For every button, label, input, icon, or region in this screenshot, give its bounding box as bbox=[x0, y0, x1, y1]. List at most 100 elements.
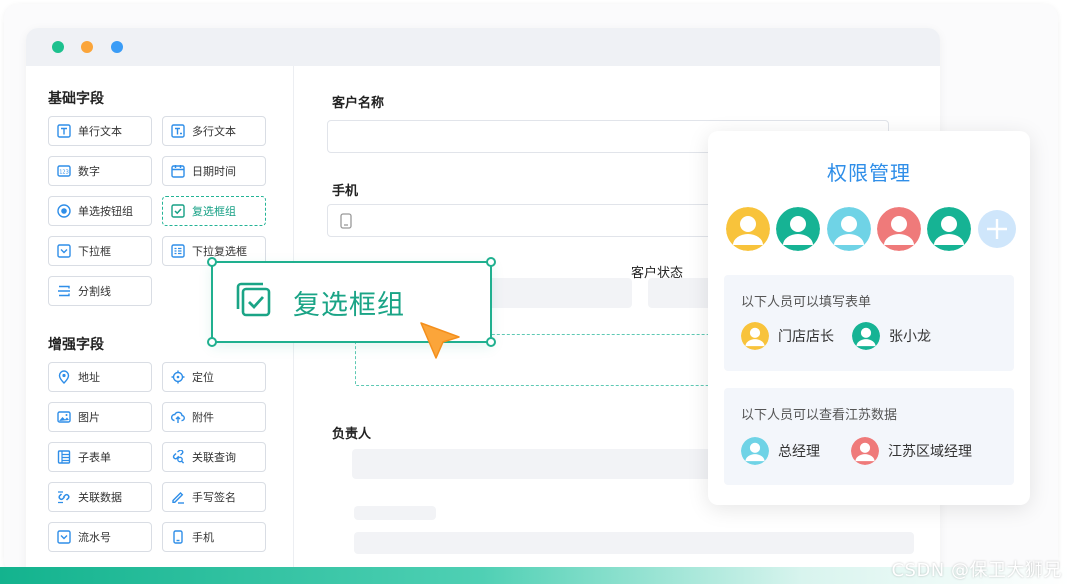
field-label: 日期时间 bbox=[192, 165, 236, 178]
field-number[interactable]: 123 数字 bbox=[48, 156, 152, 186]
avatar[interactable] bbox=[877, 207, 921, 251]
field-signature[interactable]: 手写签名 bbox=[162, 482, 266, 512]
field-label: 下拉复选框 bbox=[192, 245, 247, 258]
fill-group-heading: 以下人员可以填写表单 bbox=[741, 295, 872, 310]
svg-text:123: 123 bbox=[59, 169, 69, 175]
field-location[interactable]: 定位 bbox=[162, 362, 266, 392]
dragged-label: 复选框组 bbox=[293, 289, 405, 321]
resize-handle-bl[interactable] bbox=[207, 337, 217, 347]
enhanced-fields-title: 增强字段 bbox=[48, 337, 104, 353]
avatar bbox=[851, 437, 879, 465]
field-label: 下拉框 bbox=[78, 245, 111, 258]
field-label: 单选按钮组 bbox=[78, 205, 133, 218]
resize-handle-tr[interactable] bbox=[486, 257, 496, 267]
field-label: 手写签名 bbox=[192, 491, 236, 504]
link-data-icon bbox=[57, 490, 71, 504]
single-line-text-icon bbox=[57, 124, 71, 138]
checkbox-icon bbox=[235, 281, 273, 323]
image-icon bbox=[57, 410, 71, 424]
owner-label: 负责人 bbox=[332, 427, 372, 442]
field-subform[interactable]: 子表单 bbox=[48, 442, 152, 472]
mobile-phone-icon bbox=[339, 213, 353, 233]
radio-icon bbox=[57, 204, 71, 218]
person-name: 张小龙 bbox=[889, 329, 931, 345]
field-dropdown[interactable]: 下拉框 bbox=[48, 236, 152, 266]
link-search-icon bbox=[171, 450, 185, 464]
field-label: 图片 bbox=[78, 411, 100, 424]
view-group-heading: 以下人员可以查看江苏数据 bbox=[741, 408, 898, 423]
field-label: 流水号 bbox=[78, 531, 111, 544]
mobile-phone-icon bbox=[171, 530, 185, 544]
owner-input[interactable] bbox=[352, 449, 742, 479]
avatar[interactable] bbox=[827, 207, 871, 251]
field-label: 地址 bbox=[78, 371, 100, 384]
plus-icon bbox=[987, 219, 1007, 239]
resize-handle-br[interactable] bbox=[486, 337, 496, 347]
watermark: CSDN @保卫大狮兄 bbox=[891, 560, 1062, 581]
field-datetime[interactable]: 日期时间 bbox=[162, 156, 266, 186]
basic-fields-title: 基础字段 bbox=[48, 91, 104, 107]
field-image[interactable]: 图片 bbox=[48, 402, 152, 432]
field-checkbox-group[interactable]: 复选框组 bbox=[162, 196, 266, 226]
field-mobile[interactable]: 手机 bbox=[162, 522, 266, 552]
window-titlebar bbox=[26, 28, 940, 66]
avatar bbox=[852, 322, 880, 350]
field-multi-line-text[interactable]: 多行文本 bbox=[162, 116, 266, 146]
window-close-dot[interactable] bbox=[111, 41, 123, 53]
field-label: 定位 bbox=[192, 371, 214, 384]
fill-permission-group: 以下人员可以填写表单 门店店长 张小龙 bbox=[724, 275, 1014, 371]
field-attachment[interactable]: 附件 bbox=[162, 402, 266, 432]
field-serial-number[interactable]: 流水号 bbox=[48, 522, 152, 552]
pen-icon bbox=[171, 490, 185, 504]
window-minimize-dot[interactable] bbox=[81, 41, 93, 53]
field-label: 多行文本 bbox=[192, 125, 236, 138]
phone-label: 手机 bbox=[332, 184, 359, 199]
view-permission-group: 以下人员可以查看江苏数据 总经理 江苏区域经理 bbox=[724, 388, 1014, 485]
permission-panel: 权限管理 以下人员可以填写表单 门店店长 张小龙 以下人员可以查看江苏数据 总经… bbox=[708, 131, 1030, 505]
window-maximize-dot[interactable] bbox=[52, 41, 64, 53]
placeholder-field-1[interactable] bbox=[485, 278, 632, 308]
avatar[interactable] bbox=[726, 207, 770, 251]
add-member-button[interactable] bbox=[978, 210, 1016, 248]
calendar-icon bbox=[171, 164, 185, 178]
person-item[interactable]: 张小龙 bbox=[852, 322, 931, 350]
field-label: 分割线 bbox=[78, 285, 111, 298]
avatar bbox=[741, 437, 769, 465]
resize-handle-tl[interactable] bbox=[207, 257, 217, 267]
dropdown-checkbox-icon bbox=[171, 244, 185, 258]
placeholder-input[interactable] bbox=[354, 532, 914, 554]
person-item[interactable]: 江苏区域经理 bbox=[851, 437, 972, 465]
field-label: 子表单 bbox=[78, 451, 111, 464]
avatar bbox=[741, 322, 769, 350]
field-label: 关联数据 bbox=[78, 491, 122, 504]
field-link-data[interactable]: 关联数据 bbox=[48, 482, 152, 512]
checkbox-icon bbox=[171, 204, 185, 218]
person-item[interactable]: 门店店长 bbox=[741, 322, 834, 350]
person-name: 门店店长 bbox=[778, 329, 834, 345]
field-divider[interactable]: 分割线 bbox=[48, 276, 152, 306]
field-label: 单行文本 bbox=[78, 125, 122, 138]
placeholder-label bbox=[354, 506, 436, 520]
cursor-arrow-icon bbox=[418, 320, 464, 372]
avatar[interactable] bbox=[927, 207, 971, 251]
subform-icon bbox=[57, 450, 71, 464]
avatar[interactable] bbox=[776, 207, 820, 251]
person-name: 总经理 bbox=[778, 444, 820, 460]
field-link-query[interactable]: 关联查询 bbox=[162, 442, 266, 472]
person-name: 江苏区域经理 bbox=[888, 444, 972, 460]
dropdown-icon bbox=[57, 244, 71, 258]
cloud-upload-icon bbox=[171, 410, 185, 424]
field-address[interactable]: 地址 bbox=[48, 362, 152, 392]
location-pin-icon bbox=[57, 370, 71, 384]
field-single-line-text[interactable]: 单行文本 bbox=[48, 116, 152, 146]
crosshair-icon bbox=[171, 370, 185, 384]
field-label: 手机 bbox=[192, 531, 214, 544]
field-label: 数字 bbox=[78, 165, 100, 178]
field-radio-group[interactable]: 单选按钮组 bbox=[48, 196, 152, 226]
divider-icon bbox=[57, 284, 71, 298]
field-label: 附件 bbox=[192, 411, 214, 424]
serial-number-icon bbox=[57, 530, 71, 544]
customer-name-label: 客户名称 bbox=[332, 96, 385, 111]
field-label: 关联查询 bbox=[192, 451, 236, 464]
person-item[interactable]: 总经理 bbox=[741, 437, 820, 465]
